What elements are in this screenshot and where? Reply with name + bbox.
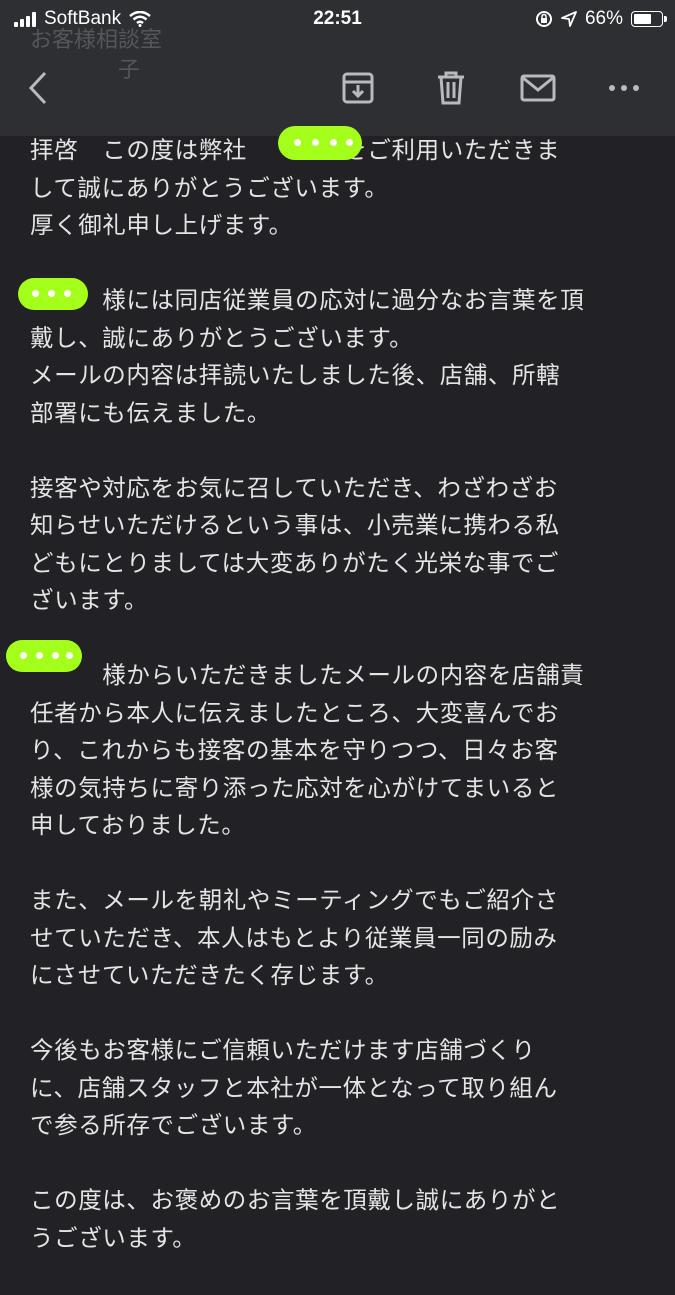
- more-button[interactable]: [602, 66, 646, 110]
- battery-icon: [631, 11, 667, 27]
- trash-icon: [438, 71, 464, 105]
- carrier-label: SoftBank: [44, 8, 122, 29]
- paragraph: また、メールを朝礼やミーティングでもご紹介さ せていただき、本人はもとより従業員…: [30, 886, 559, 989]
- reply-mail-button[interactable]: [516, 66, 560, 110]
- mail-icon: [520, 74, 556, 102]
- archive-icon: [342, 72, 374, 104]
- mail-body: 拝啓 この度は弊社 店をご利用いただきま して誠にありがとうございます。 厚く御…: [30, 132, 640, 1295]
- mail-toolbar: [0, 52, 675, 122]
- paragraph: 様には同店従業員の応対に過分なお言葉を頂 戴し、誠にありがとうございます。 メー…: [30, 286, 585, 427]
- more-icon: [609, 85, 639, 91]
- paragraph: 接客や対応をお気に召していただき、わざわざお 知らせいただけるという事は、小売業…: [30, 473, 560, 615]
- chevron-left-icon: [28, 71, 47, 105]
- redaction-mark: [278, 126, 362, 160]
- archive-button[interactable]: [336, 66, 380, 110]
- wifi-icon: [129, 11, 151, 27]
- signal-icon: [14, 11, 36, 27]
- redaction-mark: [6, 640, 82, 672]
- paragraph: 様からいただきましたメールの内容を店舗責 任者から本人に伝えましたところ、大変喜…: [30, 661, 585, 839]
- location-icon: [561, 11, 577, 27]
- paragraph: この度は、お褒めのお言葉を頂戴し誠にありがと うございます。: [30, 1186, 561, 1252]
- back-button[interactable]: [16, 66, 60, 110]
- delete-button[interactable]: [429, 66, 473, 110]
- paragraph: 今後もお客様にご信頼いただけます店舗づくり に、店舗スタッフと本社が一体となって…: [30, 1036, 558, 1139]
- status-bar: SoftBank 22:51 66%: [0, 0, 675, 38]
- redaction-mark: [18, 278, 88, 310]
- rotation-lock-icon: [535, 11, 552, 27]
- clock: 22:51: [313, 8, 362, 29]
- battery-percent: 66%: [584, 8, 623, 29]
